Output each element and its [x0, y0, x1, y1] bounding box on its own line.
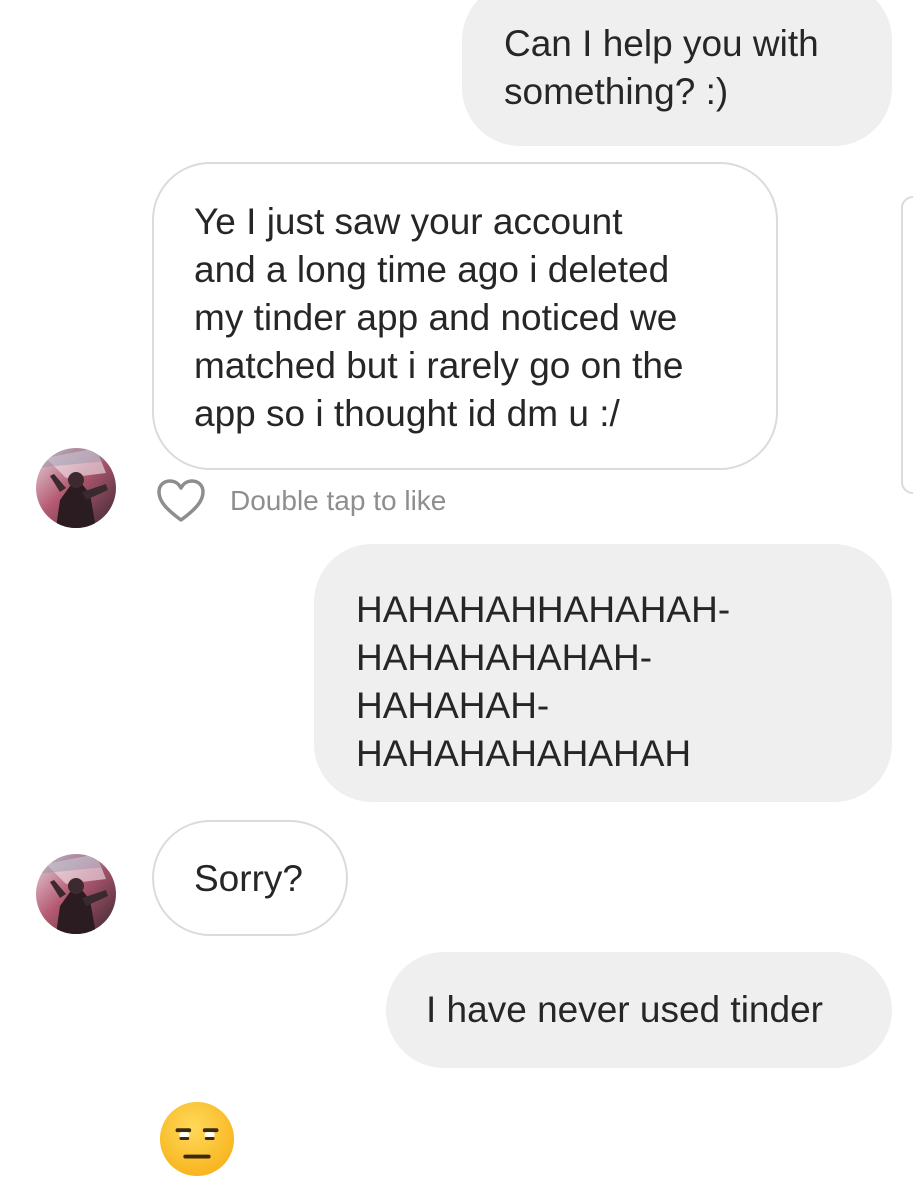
double-tap-hint: Double tap to like: [230, 485, 447, 516]
message-text: I have never used tinder: [426, 989, 823, 1030]
received-message-bubble[interactable]: Ye I just saw your account and a long ti…: [152, 162, 778, 470]
sent-message-bubble[interactable]: I have never used tinder: [386, 952, 892, 1068]
message-text: Sorry?: [194, 858, 303, 899]
right-edge-scroll-handle[interactable]: [901, 196, 913, 494]
contact-avatar[interactable]: [36, 448, 116, 528]
heart-outline-icon[interactable]: [156, 478, 206, 524]
message-text: Can I help you with something? :): [504, 23, 819, 112]
like-row[interactable]: Double tap to like: [156, 476, 446, 526]
sent-message-bubble[interactable]: HAHAHAHHAHAHAH- HAHAHAHAHAH- HAHAHAH- HA…: [314, 544, 892, 802]
sent-message-bubble[interactable]: Can I help you with something? :): [462, 0, 892, 146]
message-text: HAHAHAHHAHAHAH- HAHAHAHAHAH- HAHAHAH- HA…: [356, 589, 731, 774]
avatar-image: [36, 854, 116, 934]
avatar-image: [36, 448, 116, 528]
contact-avatar[interactable]: [36, 854, 116, 934]
received-message-bubble[interactable]: Sorry?: [152, 820, 348, 936]
expressionless-emoji[interactable]: [158, 1100, 236, 1178]
message-text: Ye I just saw your account and a long ti…: [194, 201, 684, 434]
